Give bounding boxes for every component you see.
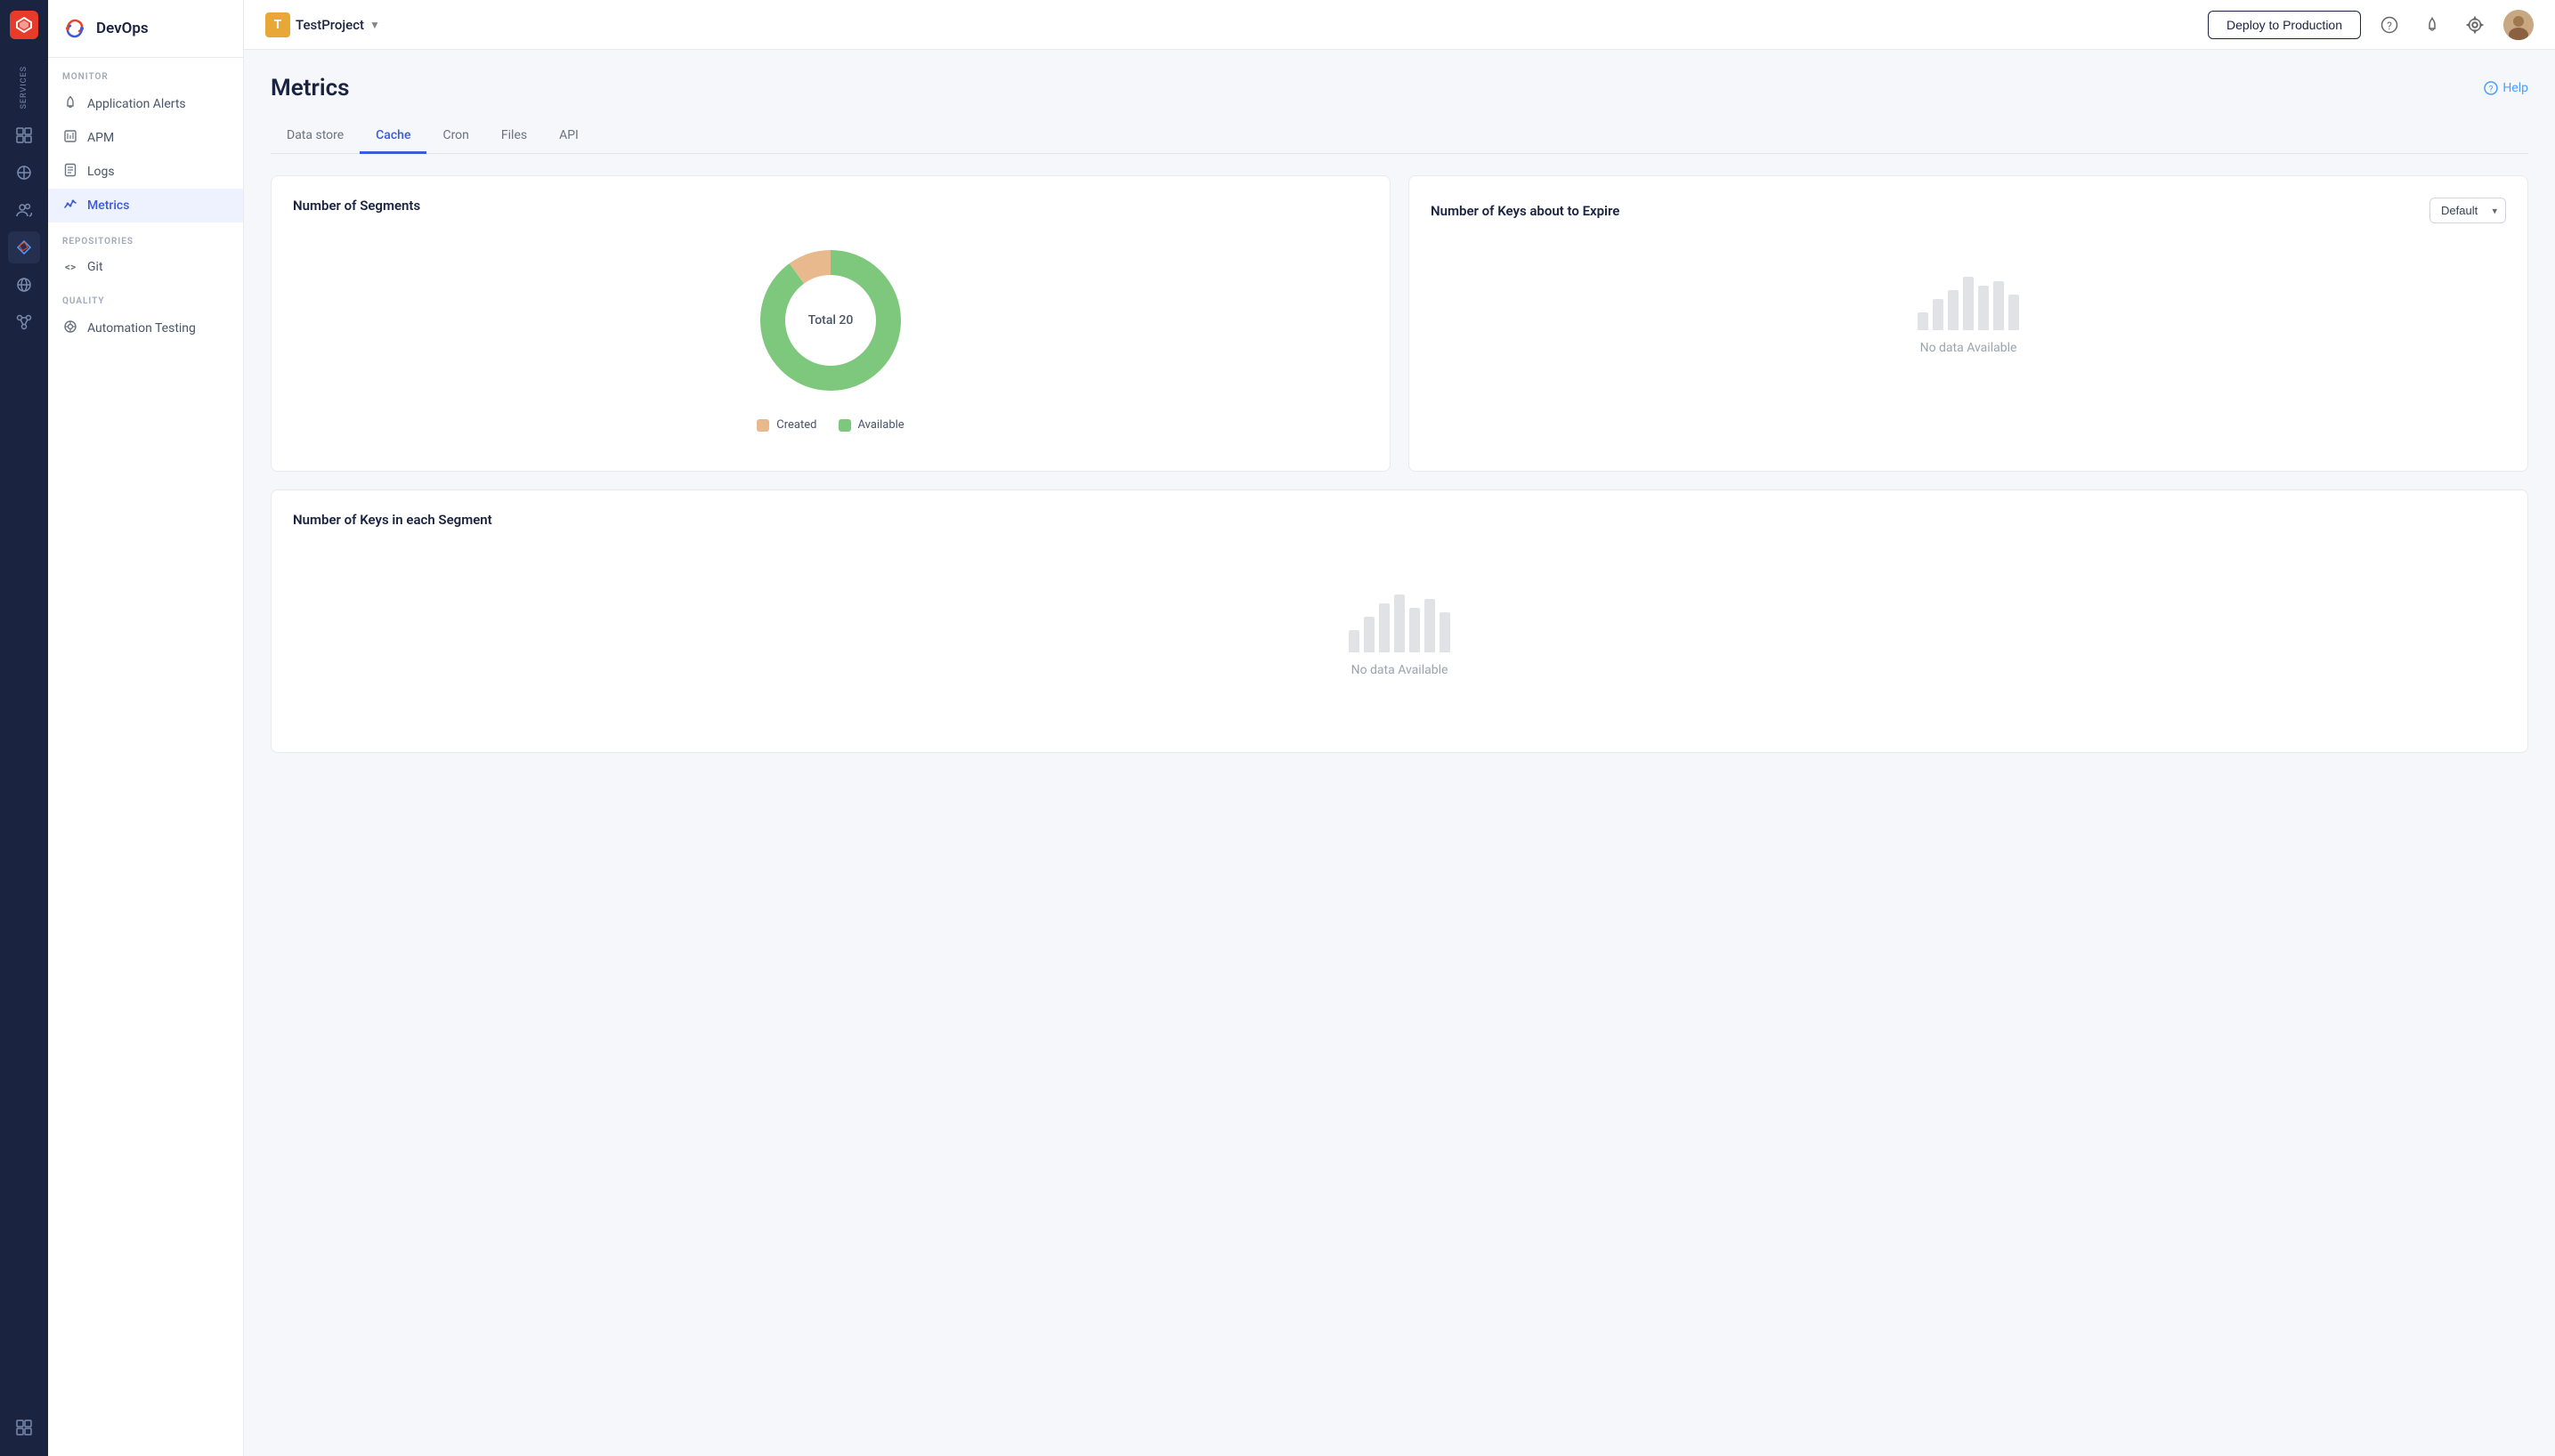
- keys-segment-no-data: No data Available: [293, 546, 2506, 731]
- sidebar-item-logs[interactable]: Logs: [48, 155, 243, 189]
- metrics-label: Metrics: [87, 198, 129, 213]
- rail-users-icon[interactable]: [8, 194, 40, 226]
- keys-expire-card: Number of Keys about to Expire Default ▾: [1408, 175, 2528, 472]
- git-label: Git: [87, 260, 103, 274]
- metrics-icon: [62, 197, 78, 214]
- sidebar-header: DevOps: [48, 0, 243, 58]
- tab-datastore[interactable]: Data store: [271, 119, 360, 154]
- bar-1: [1918, 312, 1928, 330]
- rail-puzzle-icon[interactable]: [8, 157, 40, 189]
- sidebar-title: DevOps: [96, 20, 149, 37]
- automation-icon: [62, 320, 78, 337]
- created-dot: [757, 419, 769, 432]
- help-icon[interactable]: ?: [2375, 11, 2404, 39]
- seg-bar-1: [1349, 630, 1359, 652]
- keys-expire-dropdown[interactable]: Default: [2429, 198, 2506, 223]
- repositories-section-label: Repositories: [48, 222, 243, 252]
- bar-6: [1993, 281, 2004, 330]
- segments-card-title: Number of Segments: [293, 198, 1368, 214]
- bar-4: [1963, 277, 1974, 330]
- logs-icon: [62, 163, 78, 181]
- sidebar-item-metrics[interactable]: Metrics: [48, 189, 243, 222]
- tab-cache[interactable]: Cache: [360, 119, 426, 154]
- sidebar-item-automation-testing[interactable]: Automation Testing: [48, 311, 243, 345]
- monitor-section-label: Monitor: [48, 58, 243, 87]
- bar-5: [1978, 286, 1989, 330]
- deploy-to-production-button[interactable]: Deploy to Production: [2208, 11, 2361, 39]
- keys-segment-empty-bars: [1349, 599, 1450, 652]
- logs-label: Logs: [87, 165, 115, 179]
- seg-bar-3: [1379, 603, 1390, 652]
- bell-icon: [62, 95, 78, 113]
- services-label: Services: [20, 66, 28, 109]
- donut-chart: Total 20: [750, 240, 911, 400]
- keys-segment-title: Number of Keys in each Segment: [293, 512, 2506, 528]
- keys-segment-card: Number of Keys in each Segment No data A…: [271, 489, 2528, 753]
- chevron-down-icon: ▼: [369, 19, 380, 31]
- bar-3: [1948, 290, 1959, 330]
- chart-legend: Created Available: [757, 418, 904, 432]
- top-nav: T TestProject ▼ Deploy to Production ?: [244, 0, 2555, 50]
- seg-bar-2: [1364, 617, 1375, 652]
- tab-api[interactable]: API: [543, 119, 595, 154]
- segments-card: Number of Segments Total 20: [271, 175, 1391, 472]
- rail-apps-bottom-icon[interactable]: [8, 1412, 40, 1444]
- project-avatar: T: [265, 12, 290, 37]
- seg-bar-4: [1394, 595, 1405, 652]
- donut-container: Total 20 Created Available: [293, 231, 1368, 449]
- user-avatar[interactable]: [2503, 10, 2534, 40]
- seg-bar-5: [1409, 608, 1420, 652]
- page-title: Metrics: [271, 75, 350, 101]
- rail-globe-icon[interactable]: [8, 269, 40, 301]
- tab-cron[interactable]: Cron: [426, 119, 484, 154]
- seg-bar-7: [1440, 612, 1450, 652]
- dropdown-wrapper: Default ▾: [2429, 198, 2506, 223]
- keys-expire-no-data-text: No data Available: [1920, 341, 2017, 355]
- sidebar-item-apm[interactable]: APM: [48, 121, 243, 155]
- top-cards-row: Number of Segments Total 20: [271, 175, 2528, 472]
- available-dot: [839, 419, 851, 432]
- keys-expire-empty-bars: [1918, 277, 2019, 330]
- seg-bar-6: [1424, 599, 1435, 652]
- help-link[interactable]: ? Help: [2484, 81, 2528, 95]
- apm-icon: [62, 129, 78, 147]
- keys-expire-no-data: No data Available: [1431, 241, 2506, 391]
- project-name: TestProject: [296, 17, 364, 33]
- content-area: Metrics ? Help Data store Cache Cron Fil…: [244, 50, 2555, 1456]
- apm-label: APM: [87, 131, 114, 145]
- settings-icon[interactable]: [2461, 11, 2489, 39]
- icon-rail: Services: [0, 0, 48, 1456]
- bar-7: [2008, 295, 2019, 330]
- page-header: Metrics ? Help: [271, 75, 2528, 101]
- app-logo[interactable]: [10, 11, 38, 39]
- sidebar-item-git[interactable]: <> Git: [48, 252, 243, 282]
- project-selector[interactable]: T TestProject ▼: [265, 12, 380, 37]
- keys-expire-header: Number of Keys about to Expire Default ▾: [1431, 198, 2506, 223]
- svg-text:?: ?: [2489, 85, 2494, 95]
- notifications-icon[interactable]: [2418, 11, 2446, 39]
- services-section: Services: [20, 53, 28, 114]
- main-area: T TestProject ▼ Deploy to Production ?: [244, 0, 2555, 1456]
- tabs-bar: Data store Cache Cron Files API: [271, 119, 2528, 154]
- sidebar: DevOps Monitor Application Alerts APM: [48, 0, 244, 1456]
- legend-created: Created: [757, 418, 816, 432]
- sidebar-item-application-alerts[interactable]: Application Alerts: [48, 87, 243, 121]
- tab-files[interactable]: Files: [485, 119, 543, 154]
- help-text: Help: [2502, 81, 2528, 95]
- rail-connect-icon[interactable]: [8, 306, 40, 338]
- rail-diamond-icon[interactable]: [8, 231, 40, 263]
- quality-section-label: Quality: [48, 282, 243, 311]
- available-label: Available: [858, 418, 904, 432]
- rail-grid-icon[interactable]: [8, 119, 40, 151]
- created-label: Created: [776, 418, 816, 432]
- bar-2: [1933, 299, 1943, 330]
- application-alerts-label: Application Alerts: [87, 97, 186, 111]
- keys-expire-title: Number of Keys about to Expire: [1431, 203, 1619, 219]
- keys-segment-no-data-text: No data Available: [1351, 663, 1448, 677]
- devops-icon: [62, 16, 87, 41]
- git-icon: <>: [62, 261, 78, 273]
- automation-testing-label: Automation Testing: [87, 321, 196, 336]
- legend-available: Available: [839, 418, 904, 432]
- svg-text:?: ?: [2387, 20, 2392, 32]
